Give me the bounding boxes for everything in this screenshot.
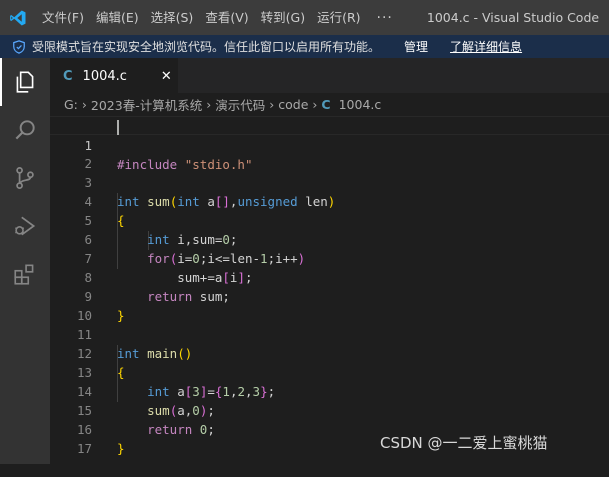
breadcrumb-folder-demo[interactable]: 演示代码: [215, 95, 265, 114]
manage-link[interactable]: 管理: [404, 38, 428, 55]
search-icon: [15, 120, 35, 140]
menu-more-button[interactable]: ···: [367, 10, 403, 26]
code-line: 15 return 0;: [50, 382, 609, 437]
code-line: 10: [50, 287, 609, 323]
source-control-icon: [16, 167, 34, 189]
chevron-right-icon: ›: [269, 96, 275, 112]
breadcrumb-folder-course[interactable]: 2023春-计算机系统: [91, 95, 202, 114]
breadcrumb: G: › 2023春-计算机系统 › 演示代码 › code › C 1004.…: [50, 93, 609, 115]
code-line: 14 sum(a,0);: [50, 363, 609, 418]
code-line: 11 int main(): [50, 306, 609, 361]
extensions-icon: [14, 264, 34, 285]
tab-bar: C 1004.c ✕: [50, 58, 609, 93]
breadcrumb-drive[interactable]: G:: [64, 97, 78, 112]
explorer-icon: [16, 71, 34, 93]
activity-bar: [0, 58, 50, 464]
tab-1004-c[interactable]: C 1004.c ✕: [50, 58, 178, 93]
menu-bar: 文件(F) 编辑(E) 选择(S) 查看(V) 转到(G) 运行(R) ···: [36, 0, 403, 35]
code-line: 2: [50, 135, 609, 171]
text-cursor: [117, 120, 119, 135]
chevron-right-icon: ›: [81, 96, 87, 112]
activity-extensions[interactable]: [0, 250, 50, 298]
code-line: 1 #include "stdio.h": [50, 116, 609, 172]
code-line: 9 }: [50, 268, 609, 323]
title-bar: 文件(F) 编辑(E) 选择(S) 查看(V) 转到(G) 运行(R) ··· …: [0, 0, 609, 35]
activity-explorer[interactable]: [0, 58, 50, 106]
c-file-icon: C: [63, 68, 73, 84]
breadcrumb-file[interactable]: 1004.c: [339, 97, 382, 112]
code-line: 3 int sum(int a[],unsigned len): [50, 154, 609, 209]
restricted-mode-banner: 受限模式旨在实现安全地浏览代码。信任此窗口以启用所有功能。 管理 了解详细信息: [0, 35, 609, 58]
tab-label: 1004.c: [82, 68, 127, 84]
menu-view[interactable]: 查看(V): [199, 0, 254, 35]
c-file-icon: C: [321, 96, 331, 112]
window-title: 1004.c - Visual Studio Code: [426, 10, 600, 25]
chevron-right-icon: ›: [312, 96, 318, 112]
code-line: 4 {: [50, 173, 609, 228]
active-indicator: [0, 58, 2, 106]
code-line: 6 for(i=0;i<=len-1;i++): [50, 211, 609, 266]
code-editor[interactable]: 1 #include "stdio.h" 2 3 int sum(int a[]…: [50, 115, 609, 464]
run-debug-icon: [15, 216, 36, 236]
menu-go[interactable]: 转到(G): [255, 0, 311, 35]
activity-source-control[interactable]: [0, 154, 50, 202]
learn-more-link[interactable]: 了解详细信息: [450, 38, 522, 55]
menu-edit[interactable]: 编辑(E): [90, 0, 145, 35]
line-number: 17: [76, 441, 92, 456]
banner-message: 受限模式旨在实现安全地浏览代码。信任此窗口以启用所有功能。: [32, 40, 381, 54]
code-line: 7 sum+=a[i];: [50, 230, 609, 285]
shield-icon: [13, 39, 25, 54]
code-text: }: [117, 441, 125, 456]
activity-run-debug[interactable]: [0, 202, 50, 250]
breadcrumb-folder-code[interactable]: code: [278, 97, 308, 112]
menu-run[interactable]: 运行(R): [311, 0, 366, 35]
code-line: 13 int a[3]={1,2,3};: [50, 344, 609, 399]
chevron-right-icon: ›: [206, 96, 212, 112]
watermark: CSDN @一二爱上蜜桃猫: [380, 434, 548, 452]
code-line: 5 int i,sum=0;: [50, 192, 609, 247]
menu-file[interactable]: 文件(F): [36, 0, 90, 35]
activity-search[interactable]: [0, 106, 50, 154]
menu-selection[interactable]: 选择(S): [145, 0, 200, 35]
code-line: 12 {: [50, 325, 609, 380]
code-line: 16 }: [50, 401, 609, 456]
vscode-logo-icon[interactable]: [0, 0, 36, 35]
close-icon[interactable]: ✕: [161, 69, 172, 84]
code-line: 8 return sum;: [50, 249, 609, 304]
